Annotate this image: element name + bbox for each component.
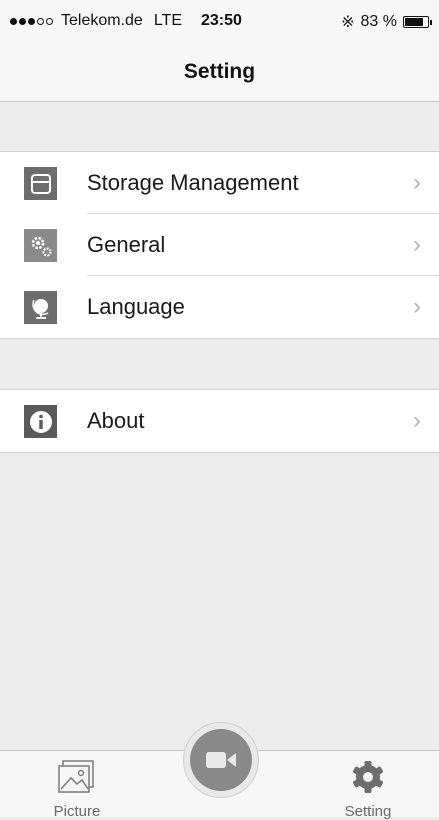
status-right: ※ 83 % [341, 12, 432, 32]
page-title: Setting [183, 60, 256, 83]
tab-picture-label: Picture [53, 803, 101, 820]
tab-picture[interactable]: Picture [32, 751, 122, 820]
settings-item-general[interactable]: General › [0, 214, 439, 276]
status-bar: Telekom.de LTE 23:50 ※ 83 % [0, 0, 439, 40]
settings-item-label: About [87, 408, 145, 433]
settings-item-label: Storage Management [87, 170, 299, 195]
record-button[interactable] [183, 722, 259, 798]
settings-group: Storage Management › General › Language … [0, 151, 439, 339]
settings-item-label: General [87, 232, 166, 257]
chevron-right-icon: › [413, 407, 421, 434]
settings-item-language[interactable]: Language › [0, 276, 439, 338]
tab-setting-label: Setting [344, 803, 392, 820]
clock: 23:50 [200, 12, 242, 29]
status-left: Telekom.de LTE 23:50 [10, 12, 242, 30]
settings-item-storage-management[interactable]: Storage Management › [0, 152, 439, 214]
storage-icon [24, 167, 57, 200]
globe-icon [24, 291, 57, 324]
carrier-name: Telekom.de [61, 12, 143, 29]
picture-icon [57, 759, 97, 800]
chevron-right-icon: › [413, 293, 421, 320]
settings-item-label: Language [87, 294, 185, 319]
gears-icon [24, 229, 57, 262]
battery-percent: 83 % [360, 13, 397, 30]
chevron-right-icon: › [413, 231, 421, 258]
about-group: About › [0, 389, 439, 453]
battery-icon [403, 16, 432, 28]
gear-icon [350, 759, 386, 800]
tab-setting[interactable]: Setting [323, 751, 413, 820]
info-icon [24, 405, 57, 438]
navigation-bar: Setting [0, 40, 439, 102]
video-camera-icon [190, 729, 252, 791]
signal-strength-icon [10, 17, 53, 25]
network-type: LTE [153, 12, 182, 29]
settings-item-about[interactable]: About › [0, 390, 439, 452]
chevron-right-icon: › [413, 169, 421, 196]
bluetooth-icon: ※ [341, 14, 355, 31]
